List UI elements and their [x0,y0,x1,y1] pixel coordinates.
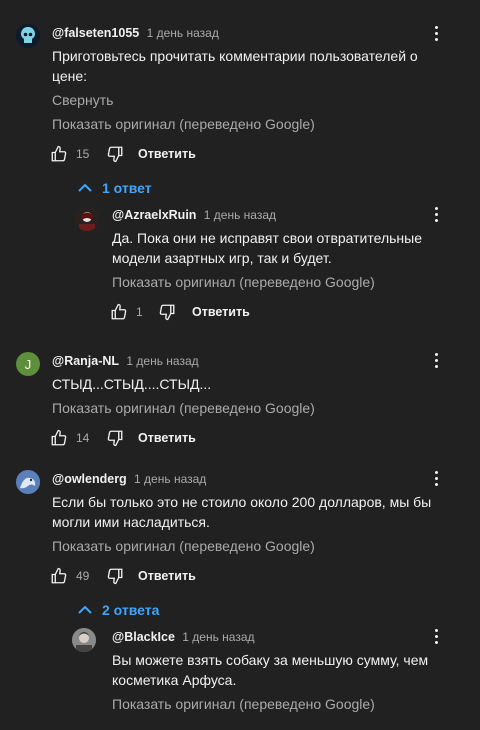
avatar[interactable] [72,628,96,652]
like-icon[interactable] [48,143,70,165]
more-options-icon[interactable] [426,350,446,370]
comment-meta: @AzraelxRuin 1 день назад [112,208,276,222]
timestamp[interactable]: 1 день назад [126,354,198,368]
comment-text: СТЫД...СТЫД....СТЫД... [52,376,212,392]
comment-text: Да. Пока они не исправят свои отвратител… [112,228,452,268]
show-original-link[interactable]: Показать оригинал (переведено Google) [112,274,375,290]
reply-button[interactable]: Ответить [192,305,250,319]
comment-actions: 1 Ответить [108,301,250,323]
comment-text-line: косметика Арфуса. [112,672,237,688]
like-count: 1 [136,305,143,319]
author-name[interactable]: @BlackIce [112,630,175,644]
comment-text-line: Вы можете взять собаку за меньшую сумму,… [112,652,429,668]
timestamp[interactable]: 1 день назад [147,26,219,40]
like-count: 49 [76,569,90,583]
user-avatar-icon [72,628,96,652]
timestamp[interactable]: 1 день назад [134,472,206,486]
author-name[interactable]: @falseten1055 [52,26,139,40]
like-count: 14 [76,431,90,445]
comment-text-line: могли ими насладиться. [52,514,210,530]
avatar[interactable] [16,24,40,48]
comment-text-line: Если бы только это не стоило около 200 д… [52,494,432,510]
replies-toggle-button[interactable]: 2 ответа [78,602,159,618]
reply-button[interactable]: Ответить [138,431,196,445]
more-options-icon[interactable] [426,626,446,646]
user-avatar-icon [75,207,99,231]
more-options-icon[interactable] [426,23,446,43]
like-icon[interactable] [48,427,70,449]
more-options-icon[interactable] [426,204,446,224]
chevron-up-icon [78,183,92,192]
skull-avatar-icon [16,24,40,48]
replies-count-label: 2 ответа [102,602,160,618]
timestamp[interactable]: 1 день назад [204,208,276,222]
replies-count-label: 1 ответ [102,180,152,196]
comment-text: Если бы только это не стоило около 200 д… [52,492,452,532]
timestamp[interactable]: 1 день назад [182,630,254,644]
like-icon[interactable] [108,301,130,323]
show-original-link[interactable]: Показать оригинал (переведено Google) [52,538,315,554]
comment-text: Приготовьтесь прочитать комментарии поль… [52,48,418,84]
like-icon[interactable] [48,565,70,587]
more-options-icon[interactable] [426,468,446,488]
comment-text: Вы можете взять собаку за меньшую сумму,… [112,650,452,690]
show-original-link[interactable]: Показать оригинал (переведено Google) [112,696,375,712]
avatar-letter: J [24,356,32,372]
chevron-up-icon [78,605,92,614]
replies-toggle-button[interactable]: 1 ответ [78,180,152,196]
avatar[interactable]: J [16,352,40,376]
comment-meta: @Ranja-NL 1 день назад [52,354,199,368]
avatar[interactable] [75,207,99,231]
dislike-icon[interactable] [156,301,178,323]
show-original-link[interactable]: Показать оригинал (переведено Google) [52,116,315,132]
comment-text-line: модели азартных игр, так и будет. [112,250,332,266]
comment-meta: @BlackIce 1 день назад [112,630,255,644]
reply-button[interactable]: Ответить [138,569,196,583]
comment-meta: @owlenderg 1 день назад [52,472,206,486]
collapse-link[interactable]: Свернуть [52,92,113,108]
show-original-link[interactable]: Показать оригинал (переведено Google) [52,400,315,416]
dislike-icon[interactable] [104,565,126,587]
author-name[interactable]: @AzraelxRuin [112,208,196,222]
author-name[interactable]: @owlenderg [52,472,127,486]
comment-meta: @falseten1055 1 день назад [52,26,219,40]
comment-actions: 15 Ответить [48,143,196,165]
user-avatar-icon [16,470,40,494]
dislike-icon[interactable] [104,427,126,449]
like-count: 15 [76,147,90,161]
author-name[interactable]: @Ranja-NL [52,354,119,368]
comment-actions: 49 Ответить [48,565,196,587]
reply-button[interactable]: Ответить [138,147,196,161]
comment-text-line: Да. Пока они не исправят свои отвратител… [112,230,422,246]
comment-actions: 14 Ответить [48,427,196,449]
avatar[interactable] [16,470,40,494]
dislike-icon[interactable] [104,143,126,165]
